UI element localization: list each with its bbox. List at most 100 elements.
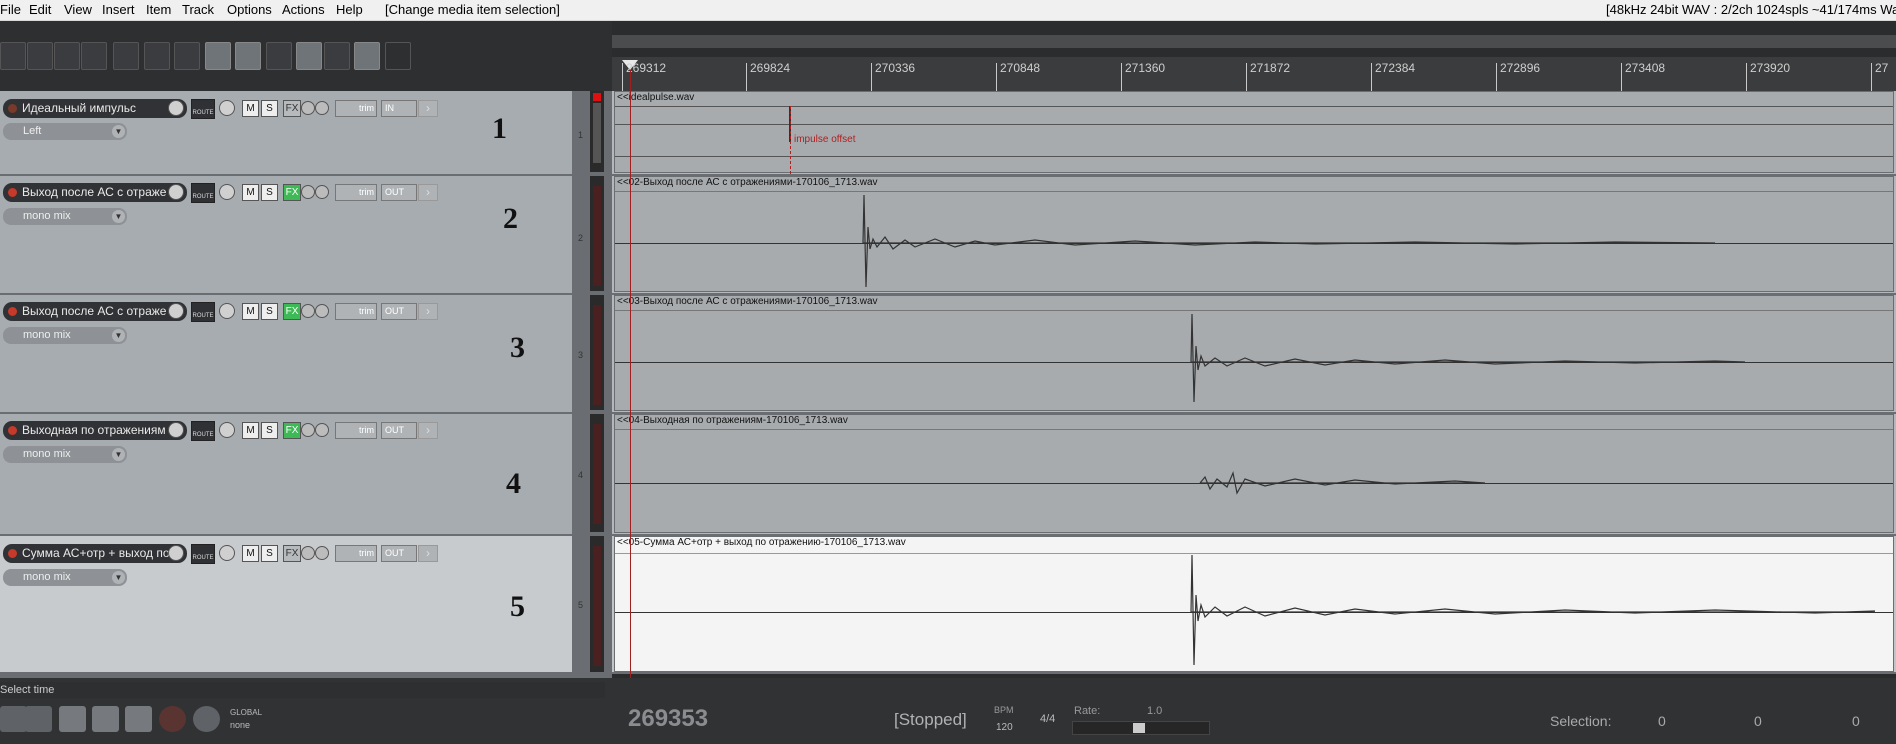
volume-knob[interactable] <box>168 545 184 561</box>
menu-view[interactable]: View <box>64 2 92 17</box>
io-button[interactable]: IN <box>381 100 417 117</box>
mute-button[interactable]: M <box>242 422 259 439</box>
pan-knob[interactable] <box>219 545 235 561</box>
ruler-region-bar[interactable] <box>612 35 1896 48</box>
track-name-field[interactable]: Сумма АС+отр + выход по <box>3 544 187 563</box>
selection-end[interactable]: 0 <box>1754 713 1762 729</box>
volume-knob[interactable] <box>168 184 184 200</box>
solo-button[interactable]: S <box>261 184 278 201</box>
volume-knob[interactable] <box>168 303 184 319</box>
automation-mode-button[interactable]: trim <box>335 303 377 320</box>
selection-length[interactable]: 0 <box>1852 713 1860 729</box>
loop-icon[interactable] <box>354 42 380 70</box>
io-button[interactable]: OUT <box>381 184 417 201</box>
edit-cursor[interactable] <box>630 70 631 678</box>
io-button[interactable]: OUT <box>381 422 417 439</box>
project-settings-icon[interactable] <box>81 42 107 70</box>
bpm-value[interactable]: 120 <box>996 722 1013 733</box>
menu-insert[interactable]: Insert <box>102 2 135 17</box>
undo-icon[interactable] <box>113 42 139 70</box>
input-select[interactable]: Left ▼ <box>3 123 127 140</box>
record-arm-icon[interactable] <box>7 103 18 114</box>
phase-icon[interactable] <box>315 423 329 437</box>
mute-button[interactable]: M <box>242 100 259 117</box>
rate-value[interactable]: 1.0 <box>1147 705 1162 717</box>
route-button[interactable]: ROUTE <box>191 421 215 441</box>
fx-button[interactable]: FX <box>283 422 301 439</box>
metronome-icon[interactable] <box>174 42 200 70</box>
solo-button[interactable]: S <box>261 303 278 320</box>
automation-mode-button[interactable]: trim <box>335 545 377 562</box>
media-item[interactable]: <<03-Выход после АС с отражениями-170106… <box>614 295 1894 411</box>
route-button[interactable]: ROUTE <box>191 99 215 119</box>
menu-help[interactable]: Help <box>336 2 363 17</box>
global-select[interactable]: none <box>230 720 250 730</box>
input-select[interactable]: mono mix ▼ <box>3 208 127 225</box>
pan-knob[interactable] <box>219 422 235 438</box>
phase-icon[interactable] <box>315 101 329 115</box>
fx-button[interactable]: FX <box>283 100 301 117</box>
rate-slider[interactable] <box>1072 721 1210 735</box>
fx-button[interactable]: FX <box>283 545 301 562</box>
impulse-offset-marker[interactable]: impulse offset <box>794 134 856 145</box>
automation-mode-button[interactable]: trim <box>335 184 377 201</box>
track-name-field[interactable]: Выход после АС с отраже <box>3 183 187 202</box>
fx-bypass-icon[interactable] <box>301 546 315 560</box>
go-to-start-icon[interactable] <box>0 706 27 732</box>
track-name-field[interactable]: Выходная по отражениям <box>3 421 187 440</box>
snap-icon[interactable] <box>205 42 231 70</box>
input-select[interactable]: mono mix ▼ <box>3 327 127 344</box>
input-select[interactable]: mono mix ▼ <box>3 446 127 463</box>
fx-bypass-icon[interactable] <box>301 423 315 437</box>
phase-icon[interactable] <box>315 304 329 318</box>
envelope-icon[interactable] <box>296 42 322 70</box>
audio-status[interactable]: [48kHz 24bit WAV : 2/2ch 1024spls ~41/17… <box>1606 2 1896 17</box>
phase-icon[interactable] <box>315 185 329 199</box>
fx-bypass-icon[interactable] <box>301 101 315 115</box>
fx-bypass-icon[interactable] <box>301 185 315 199</box>
menu-file[interactable]: File <box>0 2 21 17</box>
menu-edit[interactable]: Edit <box>29 2 51 17</box>
record-arm-icon[interactable] <box>7 425 18 436</box>
record-icon[interactable] <box>159 706 186 732</box>
env-arrow-icon[interactable]: › <box>418 545 438 562</box>
solo-button[interactable]: S <box>261 100 278 117</box>
time-signature[interactable]: 4/4 <box>1040 713 1055 725</box>
input-select[interactable]: mono mix ▼ <box>3 569 127 586</box>
media-item[interactable]: <<02-Выход после АС с отражениями-170106… <box>614 176 1894 292</box>
lock-icon[interactable] <box>385 42 411 70</box>
pan-knob[interactable] <box>219 100 235 116</box>
route-button[interactable]: ROUTE <box>191 302 215 322</box>
pan-knob[interactable] <box>219 303 235 319</box>
media-item[interactable]: <<05-Сумма АС+отр + выход по отражению-1… <box>614 536 1894 672</box>
selection-start[interactable]: 0 <box>1658 713 1666 729</box>
position-display[interactable]: 269353 <box>628 705 708 733</box>
automation-mode-button[interactable]: trim <box>335 422 377 439</box>
media-item[interactable]: <<idealpulse.wav impulse offset <box>614 91 1894 174</box>
mute-button[interactable]: M <box>242 545 259 562</box>
save-project-icon[interactable] <box>54 42 80 70</box>
open-project-icon[interactable] <box>27 42 53 70</box>
stop-icon[interactable] <box>59 706 86 732</box>
io-button[interactable]: OUT <box>381 303 417 320</box>
go-to-end-icon[interactable] <box>25 706 52 732</box>
pause-icon[interactable] <box>125 706 152 732</box>
volume-knob[interactable] <box>168 100 184 116</box>
env-arrow-icon[interactable]: › <box>418 100 438 117</box>
pan-knob[interactable] <box>219 184 235 200</box>
rate-slider-thumb[interactable] <box>1133 723 1145 733</box>
env-arrow-icon[interactable]: › <box>418 184 438 201</box>
fx-bypass-icon[interactable] <box>301 304 315 318</box>
play-icon[interactable] <box>92 706 119 732</box>
fx-button[interactable]: FX <box>283 184 301 201</box>
media-item[interactable]: <<04-Выходная по отражениям-170106_1713.… <box>614 414 1894 533</box>
record-arm-icon[interactable] <box>7 187 18 198</box>
phase-icon[interactable] <box>315 546 329 560</box>
ripple-edit-icon[interactable] <box>235 42 261 70</box>
menu-actions[interactable]: Actions <box>282 2 325 17</box>
fx-button[interactable]: FX <box>283 303 301 320</box>
grouping-icon[interactable] <box>266 42 292 70</box>
volume-knob[interactable] <box>168 422 184 438</box>
menu-track[interactable]: Track <box>182 2 214 17</box>
redo-icon[interactable] <box>144 42 170 70</box>
